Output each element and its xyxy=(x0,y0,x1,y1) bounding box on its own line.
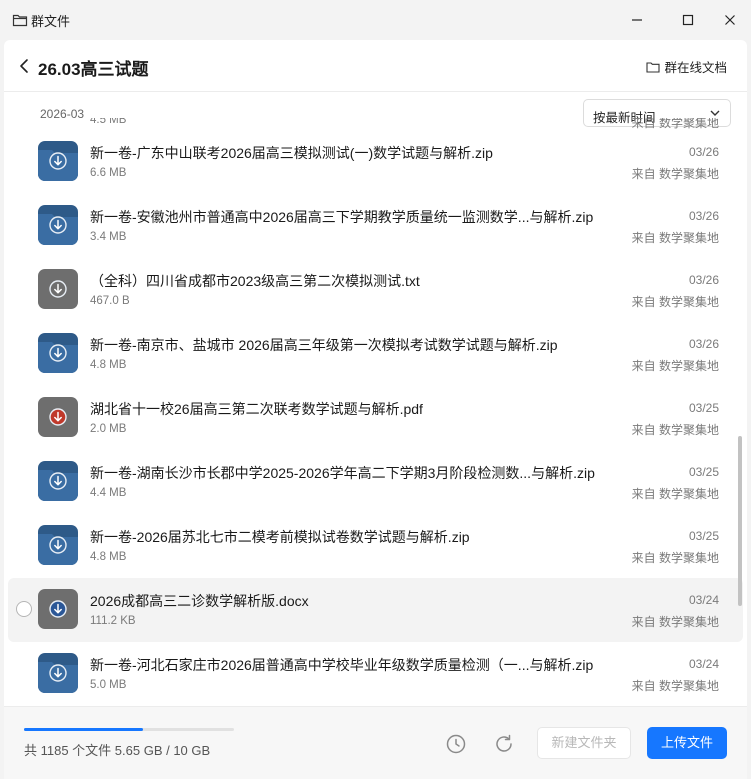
file-list-item[interactable]: （全科）四川省成都市2023级高三第二次模拟测试.txt 467.0 B 03/26… xyxy=(8,258,743,322)
file-date: 03/25 xyxy=(688,529,719,543)
storage-usage-text: 共 1185 个文件 5.65 GB / 10 GB xyxy=(24,743,211,758)
file-source: 来自 数学聚集地 xyxy=(631,118,719,130)
scrollbar-thumb[interactable] xyxy=(738,436,742,606)
folder-icon xyxy=(12,14,28,27)
footer-bar: 共 1185 个文件 5.65 GB / 10 GB 新建文件夹 上传文件 xyxy=(4,706,747,779)
zip-file-icon xyxy=(38,333,78,373)
file-name: 2026成都高三二诊数学解析版.docx xyxy=(90,593,309,609)
file-name: 新一卷-河北石家庄市2026届普通高中学校毕业年级数学质量检测（一...与解析.… xyxy=(90,657,594,673)
file-list-item[interactable]: 2026成都高三二诊数学解析版.docx 111.2 KB 03/24 来自 数学聚集… xyxy=(8,578,743,642)
upload-file-button[interactable]: 上传文件 xyxy=(647,727,727,759)
file-list-item[interactable]: 新一卷-2026届苏北七市二模考前模拟试卷数学试题与解析.zip 4.8 MB 03… xyxy=(8,514,743,578)
file-source: 来自 数学聚集地 xyxy=(631,551,719,565)
online-doc-button[interactable]: 群在线文档 xyxy=(646,57,727,76)
window-titlebar: 群文件 xyxy=(0,0,751,40)
minimize-icon xyxy=(632,19,642,21)
file-size: 4.5 MB xyxy=(90,118,127,126)
page-title: 26.03高三试题 xyxy=(38,60,149,79)
file-name: 湖北省十一校26届高三第二次联考数学试题与解析.pdf xyxy=(90,401,423,417)
file-date: 03/26 xyxy=(688,337,719,351)
storage-progress xyxy=(24,728,234,731)
online-doc-label: 群在线文档 xyxy=(664,61,727,75)
file-source: 来自 数学聚集地 xyxy=(631,487,719,501)
file-list-item[interactable]: 新一卷-安徽池州市普通高中2026届高三下学期教学质量统一监测数学...与解析.… xyxy=(8,194,743,258)
file-date: 03/25 xyxy=(688,401,719,415)
file-list-item[interactable]: 新一卷-广东中山联考2026届高三模拟测试(一)数学试题与解析.zip 6.6 M… xyxy=(8,130,743,194)
maximize-icon xyxy=(682,14,694,26)
file-list-item[interactable]: 新一卷-河北石家庄市2026届普通高中学校毕业年级数学质量检测（一...与解析.… xyxy=(8,642,743,706)
file-list-item[interactable]: 新一卷-湖南长沙市长郡中学2025-2026学年高二下学期3月阶段检测数...与… xyxy=(8,450,743,514)
storage-progress-fill xyxy=(24,728,143,731)
file-date: 03/24 xyxy=(688,593,719,607)
file-size: 467.0 B xyxy=(90,295,130,307)
file-size: 3.4 MB xyxy=(90,231,127,243)
docx-file-icon xyxy=(38,589,78,629)
minimize-button[interactable] xyxy=(617,6,657,34)
txt-file-icon xyxy=(38,269,78,309)
file-source: 来自 数学聚集地 xyxy=(631,167,719,181)
zip-file-icon xyxy=(38,653,78,693)
refresh-icon[interactable] xyxy=(493,733,515,755)
file-size: 6.6 MB xyxy=(90,167,127,179)
file-list-item[interactable]: 新一卷-南京市、盐城市 2026届高三年级第一次模拟考试数学试题与解析.zip 4… xyxy=(8,322,743,386)
file-date: 03/26 xyxy=(688,145,719,159)
close-icon xyxy=(725,15,735,25)
file-date: 03/26 xyxy=(688,273,719,287)
file-name: 新一卷-2026届苏北七市二模考前模拟试卷数学试题与解析.zip xyxy=(90,529,470,545)
close-button[interactable] xyxy=(710,6,750,34)
zip-file-icon xyxy=(38,461,78,501)
new-folder-button[interactable]: 新建文件夹 xyxy=(537,727,631,759)
file-source: 来自 数学聚集地 xyxy=(631,679,719,693)
file-name: 新一卷-安徽池州市普通高中2026届高三下学期教学质量统一监测数学...与解析.… xyxy=(90,209,594,225)
file-name: 新一卷-湖南长沙市长郡中学2025-2026学年高二下学期3月阶段检测数...与… xyxy=(90,465,595,481)
maximize-button[interactable] xyxy=(668,6,708,34)
file-list-item[interactable]: 湖北省十一校26届高三第二次联考数学试题与解析.pdf 2.0 MB 03/25 来自… xyxy=(8,386,743,450)
zip-file-icon xyxy=(38,205,78,245)
chevron-down-icon xyxy=(710,110,720,116)
file-size: 4.8 MB xyxy=(90,359,127,371)
file-source: 来自 数学聚集地 xyxy=(631,295,719,309)
file-date: 03/26 xyxy=(688,209,719,223)
zip-file-icon xyxy=(38,525,78,565)
file-size: 4.4 MB xyxy=(90,487,127,499)
back-arrow-icon[interactable] xyxy=(16,56,34,76)
file-source: 来自 数学聚集地 xyxy=(631,231,719,245)
zip-file-icon xyxy=(38,141,78,181)
file-name: 新一卷-南京市、盐城市 2026届高三年级第一次模拟考试数学试题与解析.zip xyxy=(90,337,558,353)
file-list: 4.5 MB 来自 数学聚集地 新一卷-广东中山联考2026届高三模拟测试(一)… xyxy=(4,118,747,706)
pdf-file-icon xyxy=(38,397,78,437)
select-radio[interactable] xyxy=(16,601,32,617)
file-source: 来自 数学聚集地 xyxy=(631,615,719,629)
folder-icon xyxy=(646,61,661,73)
group-files-panel: 26.03高三试题 群在线文档 2026-03 按最新时间 4.5 MB 来自 … xyxy=(4,40,747,779)
list-item-partial[interactable]: 4.5 MB 来自 数学聚集地 xyxy=(8,118,743,130)
file-size: 5.0 MB xyxy=(90,679,127,691)
file-date: 03/25 xyxy=(688,465,719,479)
folder-header: 26.03高三试题 群在线文档 xyxy=(4,40,747,92)
window-title: 群文件 xyxy=(31,14,71,29)
file-size: 111.2 KB xyxy=(90,615,136,627)
file-date: 03/24 xyxy=(688,657,719,671)
file-name: 新一卷-广东中山联考2026届高三模拟测试(一)数学试题与解析.zip xyxy=(90,145,493,161)
file-size: 2.0 MB xyxy=(90,423,127,435)
file-name: （全科）四川省成都市2023级高三第二次模拟测试.txt xyxy=(90,273,420,289)
file-source: 来自 数学聚集地 xyxy=(631,423,719,437)
history-clock-icon[interactable] xyxy=(445,733,467,755)
file-size: 4.8 MB xyxy=(90,551,127,563)
file-source: 来自 数学聚集地 xyxy=(631,359,719,373)
